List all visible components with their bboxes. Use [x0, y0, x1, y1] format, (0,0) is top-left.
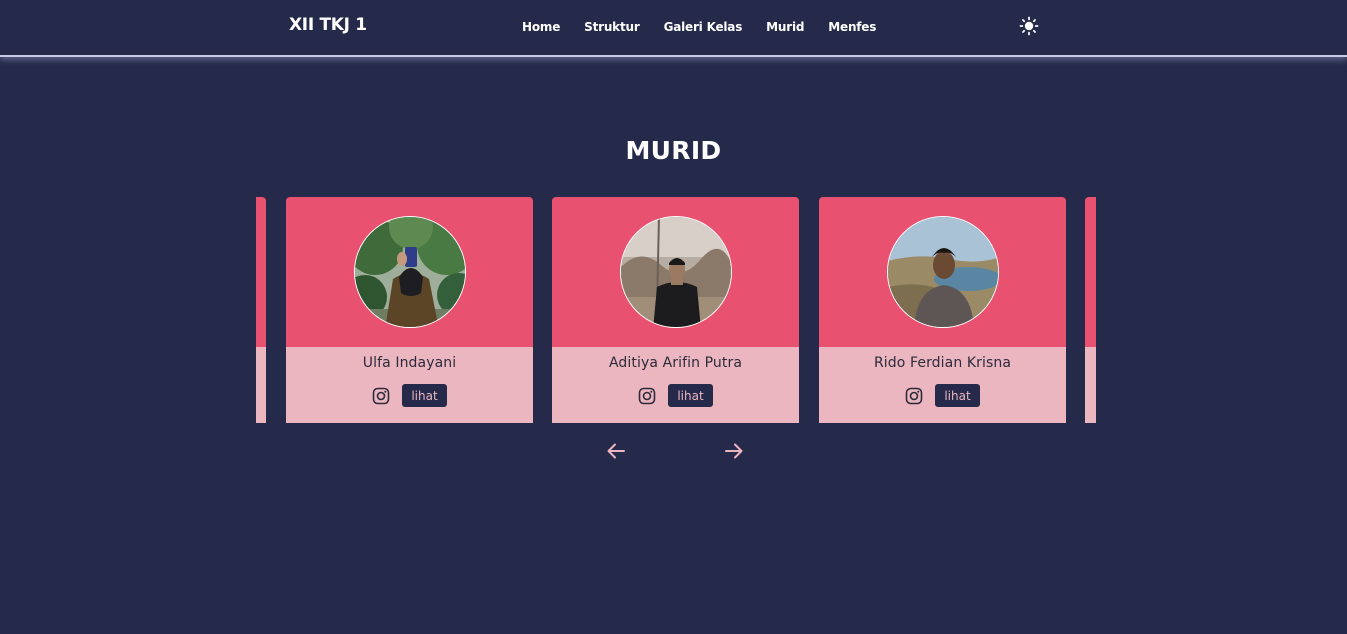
- navbar: XII TKJ 1 Home Struktur Galeri Kelas Mur…: [0, 0, 1347, 57]
- member-name: Ulfa Indayani: [362, 355, 457, 371]
- avatar: [886, 216, 999, 328]
- member-card-partial-right: [1085, 197, 1096, 423]
- nav-link-menfes[interactable]: Menfes: [828, 20, 876, 34]
- nav-link-home[interactable]: Home: [522, 20, 560, 34]
- sun-icon[interactable]: [1019, 16, 1039, 36]
- avatar: [619, 216, 732, 328]
- member-card-partial-left: [256, 197, 266, 423]
- nav-link-struktur[interactable]: Struktur: [584, 20, 640, 34]
- member-carousel: Ulfa Indayani lihat Aditiya Arifin Putra…: [256, 197, 1096, 423]
- arrow-left-icon[interactable]: [605, 440, 627, 462]
- member-card: Ulfa Indayani lihat: [286, 197, 533, 423]
- nav-links: Home Struktur Galeri Kelas Murid Menfes: [522, 20, 876, 34]
- lihat-button[interactable]: lihat: [402, 384, 447, 407]
- member-card: Aditiya Arifin Putra lihat: [552, 197, 799, 423]
- section-title: MURID: [625, 136, 722, 165]
- card-actions: lihat: [552, 384, 799, 407]
- lihat-button[interactable]: lihat: [668, 384, 713, 407]
- brand-title[interactable]: XII TKJ 1: [289, 15, 367, 35]
- avatar: [353, 216, 466, 328]
- instagram-icon[interactable]: [905, 387, 923, 405]
- arrow-right-icon[interactable]: [723, 440, 745, 462]
- lihat-button[interactable]: lihat: [935, 384, 980, 407]
- member-name: Aditiya Arifin Putra: [608, 355, 743, 371]
- nav-link-galeri-kelas[interactable]: Galeri Kelas: [664, 20, 743, 34]
- nav-link-murid[interactable]: Murid: [766, 20, 804, 34]
- instagram-icon[interactable]: [638, 387, 656, 405]
- card-actions: lihat: [819, 384, 1066, 407]
- member-name: Rido Ferdian Krisna: [873, 355, 1012, 371]
- instagram-icon[interactable]: [372, 387, 390, 405]
- member-card: Rido Ferdian Krisna lihat: [819, 197, 1066, 423]
- card-actions: lihat: [286, 384, 533, 407]
